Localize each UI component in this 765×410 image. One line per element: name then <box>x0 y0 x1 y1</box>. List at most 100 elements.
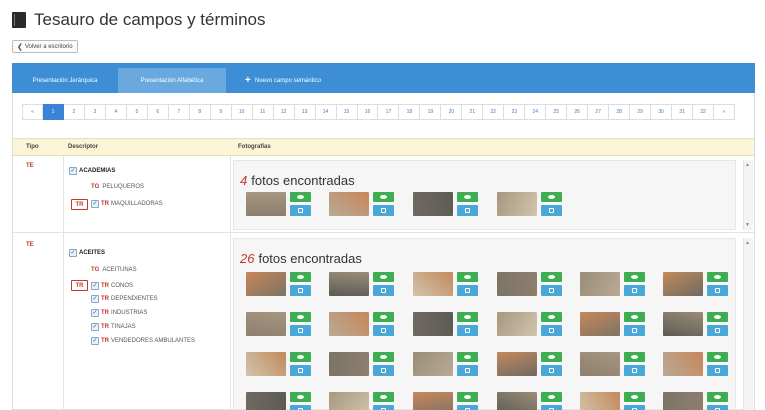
photo-thumbnail[interactable] <box>329 272 369 296</box>
view-photo-button[interactable] <box>290 352 311 362</box>
descriptor-term[interactable]: ✓ ACEITES <box>69 248 105 258</box>
photo-info-button[interactable] <box>373 365 394 376</box>
photo-thumbnail[interactable] <box>580 392 620 410</box>
related-term[interactable]: ✓ TR TINAJAS <box>91 322 136 332</box>
view-photo-button[interactable] <box>707 312 728 322</box>
photo-info-button[interactable] <box>707 325 728 336</box>
pagination-page-31[interactable]: 31 <box>672 104 693 120</box>
pagination-page-29[interactable]: 29 <box>630 104 652 120</box>
related-term[interactable]: ✓ TR INDUSTRIAS <box>91 308 147 318</box>
photo-thumbnail[interactable] <box>413 192 453 216</box>
pagination-page-25[interactable]: 25 <box>546 104 568 120</box>
pagination-page-28[interactable]: 28 <box>609 104 631 120</box>
pagination-page-30[interactable]: 30 <box>651 104 673 120</box>
photo-thumbnail[interactable] <box>246 312 286 336</box>
photo-info-button[interactable] <box>290 365 311 376</box>
pagination-page-17[interactable]: 17 <box>378 104 400 120</box>
pagination-page-21[interactable]: 21 <box>462 104 484 120</box>
pagination-page-24[interactable]: 24 <box>525 104 547 120</box>
photo-info-button[interactable] <box>541 325 562 336</box>
photo-thumbnail[interactable] <box>663 352 703 376</box>
view-photo-button[interactable] <box>541 392 562 402</box>
photo-thumbnail[interactable] <box>497 272 537 296</box>
photo-info-button[interactable] <box>457 285 478 296</box>
pagination-page-8[interactable]: 8 <box>189 104 211 120</box>
photo-info-button[interactable] <box>707 405 728 410</box>
photo-info-button[interactable] <box>290 285 311 296</box>
related-term[interactable]: ✓ TR DEPENDIENTES <box>91 294 158 304</box>
view-photo-button[interactable] <box>373 192 394 202</box>
photo-info-button[interactable] <box>707 285 728 296</box>
photo-thumbnail[interactable] <box>246 272 286 296</box>
photo-scrollbar[interactable]: ▲ <box>743 238 753 410</box>
view-photo-button[interactable] <box>541 352 562 362</box>
photo-thumbnail[interactable] <box>663 272 703 296</box>
tab-hierarchical[interactable]: Presentación Jerárquica <box>20 68 110 93</box>
view-photo-button[interactable] <box>373 352 394 362</box>
view-photo-button[interactable] <box>290 312 311 322</box>
checkbox-checked-icon[interactable]: ✓ <box>91 295 99 303</box>
photo-thumbnail[interactable] <box>329 192 369 216</box>
photo-thumbnail[interactable] <box>497 312 537 336</box>
pagination-page-15[interactable]: 15 <box>336 104 358 120</box>
tr-badge[interactable]: TR <box>71 199 88 210</box>
view-photo-button[interactable] <box>457 352 478 362</box>
view-photo-button[interactable] <box>541 312 562 322</box>
pagination-page-1[interactable]: 1 <box>42 104 64 120</box>
photo-info-button[interactable] <box>290 405 311 410</box>
checkbox-checked-icon[interactable]: ✓ <box>69 167 77 175</box>
photo-info-button[interactable] <box>541 365 562 376</box>
new-semantic-field-button[interactable]: + Nuevo campo semántico <box>228 68 338 93</box>
photo-info-button[interactable] <box>373 405 394 410</box>
view-photo-button[interactable] <box>707 352 728 362</box>
photo-thumbnail[interactable] <box>329 392 369 410</box>
photo-thumbnail[interactable] <box>329 312 369 336</box>
pagination-page-13[interactable]: 13 <box>294 104 316 120</box>
scroll-up-icon[interactable]: ▲ <box>745 162 750 168</box>
photo-thumbnail[interactable] <box>580 352 620 376</box>
view-photo-button[interactable] <box>541 272 562 282</box>
view-photo-button[interactable] <box>707 392 728 402</box>
pagination-page-2[interactable]: 2 <box>63 104 85 120</box>
photo-info-button[interactable] <box>457 325 478 336</box>
pagination-next[interactable]: » <box>713 104 735 120</box>
pagination-page-11[interactable]: 11 <box>252 104 274 120</box>
photo-info-button[interactable] <box>457 405 478 410</box>
photo-info-button[interactable] <box>541 205 562 216</box>
photo-thumbnail[interactable] <box>329 352 369 376</box>
photo-thumbnail[interactable] <box>413 272 453 296</box>
view-photo-button[interactable] <box>624 392 645 402</box>
photo-info-button[interactable] <box>624 365 645 376</box>
pagination-page-27[interactable]: 27 <box>588 104 610 120</box>
photo-info-button[interactable] <box>373 325 394 336</box>
view-photo-button[interactable] <box>457 272 478 282</box>
view-photo-button[interactable] <box>707 272 728 282</box>
pagination-page-20[interactable]: 20 <box>441 104 463 120</box>
pagination-page-14[interactable]: 14 <box>315 104 337 120</box>
photo-thumbnail[interactable] <box>497 352 537 376</box>
view-photo-button[interactable] <box>290 392 311 402</box>
pagination-prev[interactable]: « <box>22 104 43 120</box>
photo-thumbnail[interactable] <box>663 312 703 336</box>
photo-thumbnail[interactable] <box>497 392 537 410</box>
photo-thumbnail[interactable] <box>246 392 286 410</box>
view-photo-button[interactable] <box>290 272 311 282</box>
photo-info-button[interactable] <box>373 205 394 216</box>
view-photo-button[interactable] <box>624 312 645 322</box>
view-photo-button[interactable] <box>457 312 478 322</box>
view-photo-button[interactable] <box>290 192 311 202</box>
photo-thumbnail[interactable] <box>246 192 286 216</box>
photo-info-button[interactable] <box>624 405 645 410</box>
photo-info-button[interactable] <box>290 205 311 216</box>
pagination-page-32[interactable]: 32 <box>693 104 714 120</box>
photo-info-button[interactable] <box>457 365 478 376</box>
pagination-page-6[interactable]: 6 <box>147 104 169 120</box>
photo-thumbnail[interactable] <box>413 392 453 410</box>
descriptor-term[interactable]: ✓ ACADEMIAS <box>69 166 115 176</box>
pagination-page-9[interactable]: 9 <box>210 104 232 120</box>
pagination-page-18[interactable]: 18 <box>399 104 421 120</box>
photo-thumbnail[interactable] <box>413 312 453 336</box>
view-photo-button[interactable] <box>624 352 645 362</box>
pagination-page-23[interactable]: 23 <box>504 104 526 120</box>
checkbox-checked-icon[interactable]: ✓ <box>91 200 99 208</box>
